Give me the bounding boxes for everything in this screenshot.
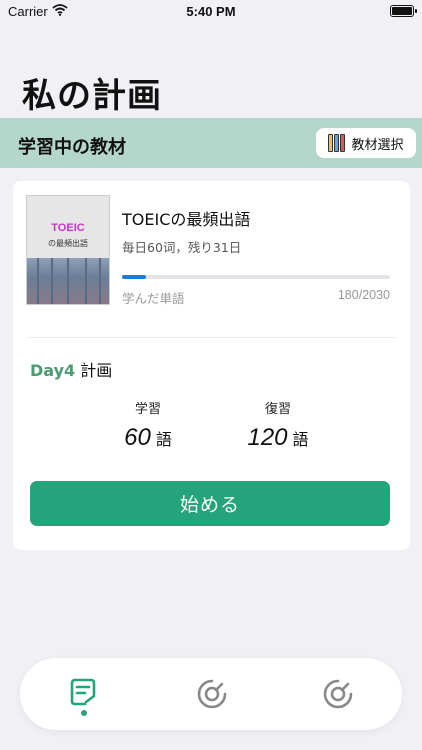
review-stat: 復習 120 語	[218, 398, 338, 452]
study-count: 60	[124, 424, 151, 451]
section-title: 学習中の教材	[18, 137, 126, 158]
study-label: 学習	[134, 402, 161, 417]
learned-words-label: 学んだ単語	[122, 291, 185, 306]
page-title: 私の計画	[22, 76, 162, 116]
review-unit: 語	[292, 430, 309, 449]
day-label: Day4	[30, 361, 76, 380]
study-stat: 学習 60 語	[88, 398, 208, 452]
study-unit: 語	[155, 430, 172, 449]
cover-title: TOEIC	[51, 222, 85, 234]
review-count: 120	[247, 424, 288, 451]
book-cover[interactable]: TOEIC の最頻出語	[26, 195, 110, 305]
select-material-button[interactable]: 教材選択	[316, 128, 416, 158]
divider	[27, 337, 396, 338]
battery-icon	[390, 5, 417, 17]
tab-review[interactable]	[192, 674, 232, 714]
tab-bar	[20, 658, 402, 730]
select-material-label: 教材選択	[351, 137, 404, 153]
books-icon	[328, 134, 346, 152]
gauge-icon	[197, 679, 227, 709]
tab-stats[interactable]	[318, 674, 358, 714]
cover-subtitle: の最頻出語	[48, 239, 88, 248]
progress-fill	[122, 275, 146, 279]
plan-card: TOEIC の最頻出語 TOEICの最頻出語 毎日60词，残り31日 学んだ単語…	[13, 181, 410, 550]
book-title[interactable]: TOEICの最頻出語	[122, 206, 250, 230]
cover-photo	[27, 258, 109, 304]
review-label: 復習	[264, 402, 291, 417]
section-header: 学習中の教材 教材選択	[0, 118, 422, 168]
start-button[interactable]: 始める	[30, 481, 390, 526]
plan-label: 計画	[80, 361, 113, 380]
selected-tab-indicator	[81, 710, 87, 716]
learned-words-count: 180/2030	[337, 288, 390, 302]
clock: 5:40 PM	[186, 4, 236, 19]
plan-tab-icon	[70, 678, 96, 706]
tab-plan[interactable]	[64, 674, 104, 714]
book-schedule: 毎日60词，残り31日	[122, 240, 242, 255]
status-bar: Carrier 5:40 PM	[0, 0, 422, 22]
learning-progress-bar	[122, 275, 390, 279]
plan-heading: Day4 計画	[30, 357, 112, 381]
gauge-icon	[323, 679, 353, 709]
